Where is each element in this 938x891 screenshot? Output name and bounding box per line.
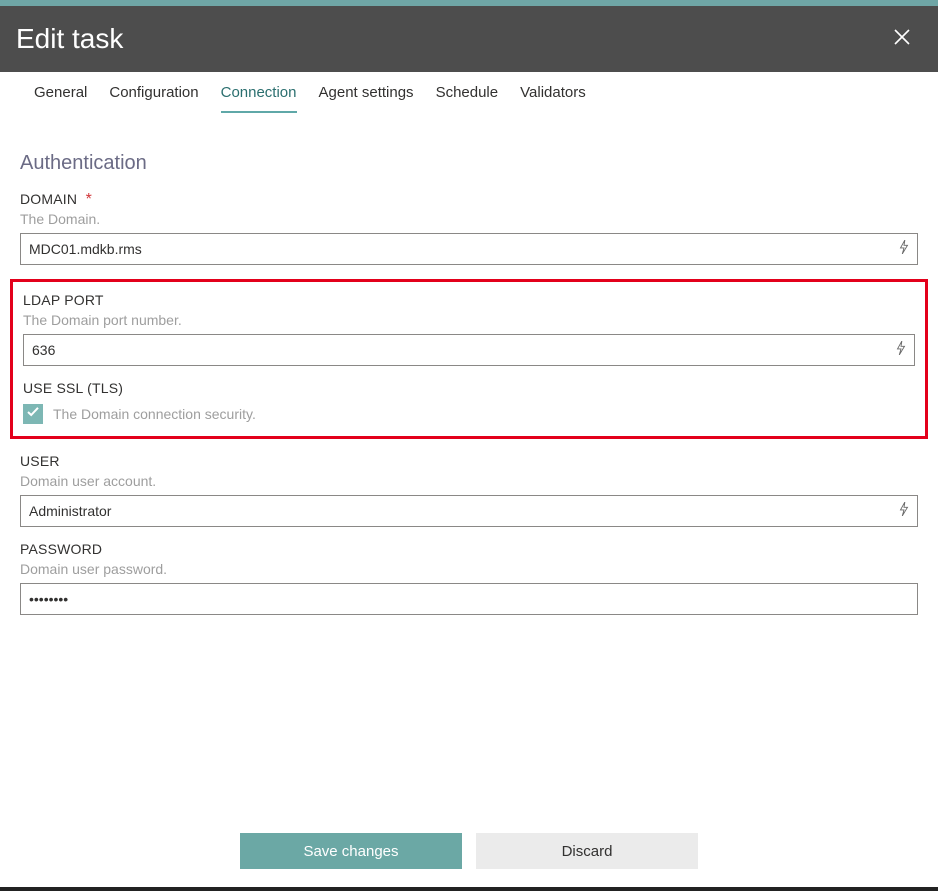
lightning-icon	[895, 341, 907, 360]
dialog-title: Edit task	[16, 23, 123, 55]
close-icon	[894, 29, 910, 50]
tab-agent-settings[interactable]: Agent settings	[319, 74, 414, 113]
lightning-icon	[898, 240, 910, 259]
tab-connection[interactable]: Connection	[221, 74, 297, 113]
ldap-port-label: LDAP PORT	[23, 292, 104, 308]
ldap-port-input[interactable]	[23, 334, 915, 366]
tab-bar: General Configuration Connection Agent s…	[0, 72, 938, 116]
user-input[interactable]	[20, 495, 918, 527]
domain-label: DOMAIN	[20, 191, 77, 207]
password-description: Domain user password.	[20, 561, 918, 577]
highlighted-region: LDAP PORT The Domain port number. USE SS…	[10, 279, 928, 439]
password-input[interactable]	[20, 583, 918, 615]
domain-description: The Domain.	[20, 211, 918, 227]
domain-input[interactable]	[20, 233, 918, 265]
dialog-footer: Save changes Discard	[0, 819, 938, 883]
field-use-ssl: USE SSL (TLS) The Domain connection secu…	[23, 380, 915, 424]
section-title-authentication: Authentication	[20, 152, 918, 175]
required-indicator: *	[86, 191, 92, 208]
lightning-icon	[898, 502, 910, 521]
window-bottom-bar	[0, 887, 938, 891]
field-domain: DOMAIN * The Domain.	[20, 191, 918, 265]
user-variable-button[interactable]	[896, 503, 912, 519]
user-label: USER	[20, 453, 60, 469]
ldap-port-variable-button[interactable]	[893, 342, 909, 358]
dialog-header: Edit task	[0, 6, 938, 72]
use-ssl-description: The Domain connection security.	[53, 406, 256, 422]
form-content: Authentication DOMAIN * The Domain. LDAP…	[0, 116, 938, 615]
field-ldap-port: LDAP PORT The Domain port number.	[23, 292, 915, 366]
tab-validators[interactable]: Validators	[520, 74, 586, 113]
domain-variable-button[interactable]	[896, 241, 912, 257]
discard-button[interactable]: Discard	[476, 833, 698, 869]
use-ssl-checkbox[interactable]	[23, 404, 43, 424]
field-password: PASSWORD Domain user password.	[20, 541, 918, 615]
tab-schedule[interactable]: Schedule	[436, 74, 499, 113]
tab-configuration[interactable]: Configuration	[109, 74, 198, 113]
ldap-port-description: The Domain port number.	[23, 312, 915, 328]
field-user: USER Domain user account.	[20, 453, 918, 527]
tab-general[interactable]: General	[34, 74, 87, 113]
use-ssl-label: USE SSL (TLS)	[23, 380, 123, 396]
user-description: Domain user account.	[20, 473, 918, 489]
password-label: PASSWORD	[20, 541, 102, 557]
check-icon	[27, 405, 39, 423]
save-button[interactable]: Save changes	[240, 833, 462, 869]
close-button[interactable]	[890, 27, 914, 51]
